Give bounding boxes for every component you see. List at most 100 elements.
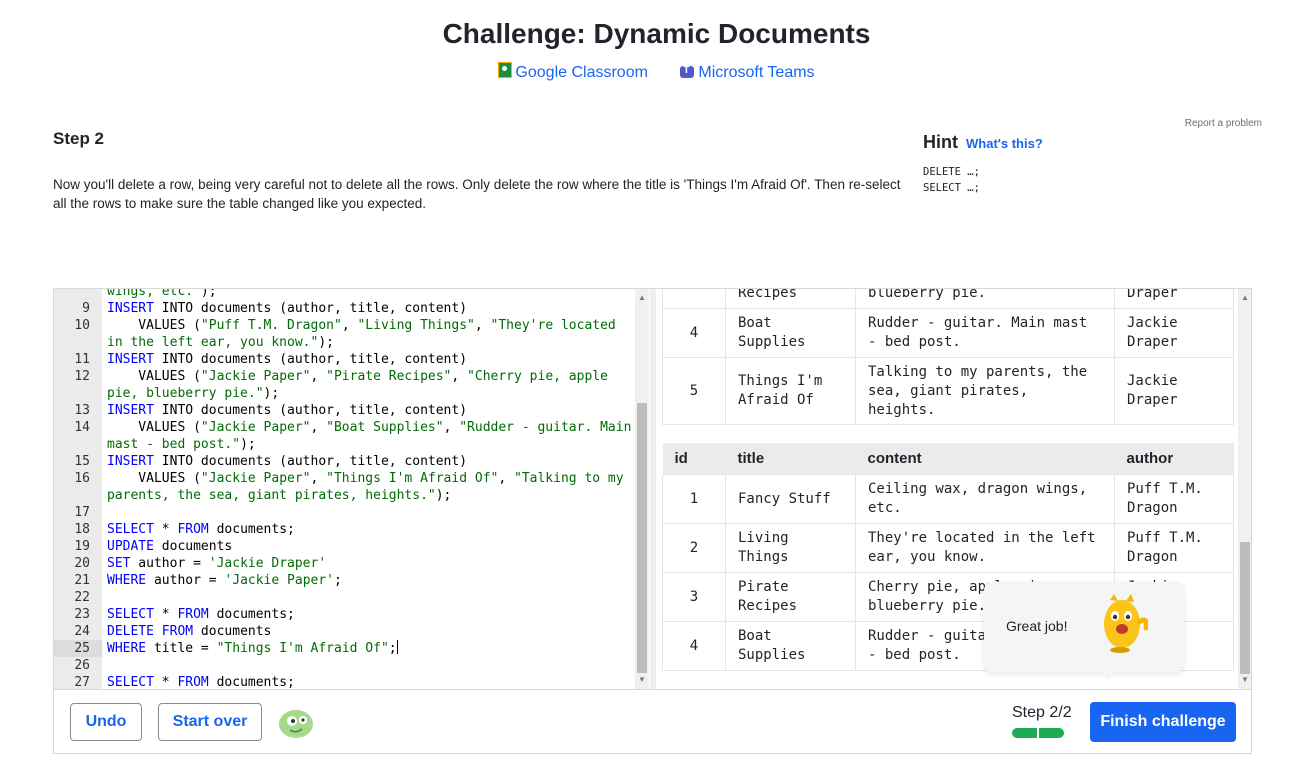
line-number: 23	[74, 607, 90, 622]
code-line[interactable]: VALUES ("Jackie Paper", "Pirate Recipes"…	[107, 368, 608, 385]
cell-content: Ceiling wax, dragon wings, etc.	[855, 474, 1115, 524]
code-line[interactable]: parents, the sea, giant pirates, heights…	[107, 487, 451, 504]
undo-button[interactable]: Undo	[70, 703, 142, 741]
results-scrollbar-thumb[interactable]	[1240, 542, 1250, 674]
line-number: 26	[74, 658, 90, 673]
cell-title: Boat Supplies	[725, 621, 856, 671]
cell-author: Jackie Draper	[1114, 357, 1234, 425]
challenge-panel: ▲ ▼ wings, etc."); 9 INSERT INTO documents…	[53, 288, 1252, 754]
code-line[interactable]: INSERT INTO documents (author, title, co…	[107, 300, 467, 317]
column-header-content: content	[855, 443, 1115, 475]
cell-id: 5	[662, 357, 726, 425]
line-number: 20	[74, 556, 90, 571]
cell-author: Puff T.M. Dragon	[1114, 474, 1234, 524]
cell-id: 4	[662, 308, 726, 358]
scroll-down-icon[interactable]: ▼	[638, 675, 646, 684]
cell-content: Rudder - guitar. Main mast - bed post.	[855, 308, 1115, 358]
code-line[interactable]: pie, blueberry pie.");	[107, 385, 279, 402]
google-classroom-icon	[498, 62, 513, 78]
code-line[interactable]: UPDATE documents	[107, 538, 232, 555]
code-line[interactable]: SELECT * FROM documents;	[107, 606, 295, 623]
report-problem-link[interactable]: Report a problem	[1185, 118, 1262, 129]
google-classroom-link[interactable]: Google Classroom	[498, 62, 648, 81]
code-line[interactable]: SELECT * FROM documents;	[107, 674, 295, 689]
code-line[interactable]: DELETE FROM documents	[107, 623, 271, 640]
line-number: 27	[74, 675, 90, 689]
code-line[interactable]: WHERE title = "Things I'm Afraid Of";	[107, 640, 398, 657]
line-number: 15	[74, 454, 90, 469]
line-number: 25	[54, 640, 102, 657]
avatar-icon	[279, 710, 313, 738]
line-number: 19	[74, 539, 90, 554]
code-line[interactable]: WHERE author = 'Jackie Paper';	[107, 572, 342, 589]
code-line[interactable]: SELECT * FROM documents;	[107, 521, 295, 538]
code-line[interactable]: SET author = 'Jackie Draper'	[107, 555, 326, 572]
share-links: Google Classroom Microsoft Teams	[0, 62, 1313, 82]
cell-content: blueberry pie.	[855, 289, 1115, 309]
code-line[interactable]: VALUES ("Jackie Paper", "Things I'm Afra…	[107, 470, 623, 487]
results-scrollbar[interactable]: ▲ ▼	[1238, 289, 1251, 689]
line-number: 22	[74, 590, 90, 605]
scroll-up-icon[interactable]: ▲	[1241, 293, 1249, 302]
line-number: 16	[74, 471, 90, 486]
column-header-title: title	[725, 443, 856, 475]
microsoft-teams-icon	[680, 65, 695, 78]
google-classroom-label: Google Classroom	[515, 64, 648, 81]
table-row: 1 Fancy Stuff Ceiling wax, dragon wings, e…	[662, 474, 1234, 524]
hint-whats-this-link[interactable]: What's this?	[966, 136, 1043, 151]
cell-id: 1	[662, 474, 726, 524]
cell-author: Draper	[1114, 289, 1234, 309]
pane-divider[interactable]	[650, 289, 656, 689]
start-over-button[interactable]: Start over	[158, 703, 262, 741]
line-number: 24	[74, 624, 90, 639]
hint-line: DELETE …;	[923, 166, 980, 178]
cell-id: 3	[662, 572, 726, 622]
success-toast: Great job!	[984, 582, 1184, 680]
cell-id: 4	[662, 621, 726, 671]
results-table-previous: Recipes blueberry pie. Draper 4 Boat Supplie…	[662, 289, 1234, 425]
progress-segment-complete	[1039, 728, 1064, 738]
table-row: 4 Boat Supplies Rudder - guitar. Main mast…	[662, 308, 1234, 358]
step-counter: Step 2/2	[1012, 704, 1072, 721]
cell-title: Boat Supplies	[725, 308, 856, 358]
microsoft-teams-label: Microsoft Teams	[698, 64, 815, 81]
code-line[interactable]: wings, etc.");	[107, 289, 217, 300]
toast-message: Great job!	[1006, 618, 1068, 634]
step-title: Step 2	[53, 129, 105, 148]
cell-content: They're located in the left ear, you kno…	[855, 523, 1115, 573]
cell-content: Talking to my parents, the sea, giant pi…	[855, 357, 1115, 425]
cell-title: Living Things	[725, 523, 856, 573]
scroll-up-icon[interactable]: ▲	[638, 293, 646, 302]
line-number: 13	[74, 403, 90, 418]
table-row: 5 Things I'm Afraid Of Talking to my paren…	[662, 357, 1234, 425]
challenge-footer: Undo Start over Step 2/2 Finish challeng…	[54, 689, 1251, 753]
progress-segment-complete	[1012, 728, 1037, 738]
line-number: 11	[74, 352, 90, 367]
code-editor[interactable]: ▲ ▼ wings, etc."); 9 INSERT INTO documents…	[54, 289, 650, 689]
cell-title: Fancy Stuff	[725, 474, 856, 524]
cell-id	[662, 289, 726, 309]
editor-scrollbar[interactable]: ▲ ▼	[635, 289, 649, 689]
finish-challenge-button[interactable]: Finish challenge	[1090, 702, 1236, 742]
hint-code: DELETE …; SELECT …;	[923, 164, 980, 196]
hint-title: Hint	[923, 132, 958, 152]
code-line[interactable]: mast - bed post.");	[107, 436, 256, 453]
cell-title: Pirate Recipes	[725, 572, 856, 622]
scroll-down-icon[interactable]: ▼	[1241, 675, 1249, 684]
cell-id: 2	[662, 523, 726, 573]
code-line[interactable]: VALUES ("Jackie Paper", "Boat Supplies",…	[107, 419, 631, 436]
line-number: 10	[74, 318, 90, 333]
code-line[interactable]: INSERT INTO documents (author, title, co…	[107, 351, 467, 368]
line-number: 14	[74, 420, 90, 435]
line-number: 9	[82, 301, 90, 316]
code-line[interactable]: INSERT INTO documents (author, title, co…	[107, 402, 467, 419]
code-line[interactable]: INSERT INTO documents (author, title, co…	[107, 453, 467, 470]
line-number: 12	[74, 369, 90, 384]
microsoft-teams-link[interactable]: Microsoft Teams	[680, 64, 815, 81]
page-title: Challenge: Dynamic Documents	[442, 18, 871, 49]
code-line[interactable]: VALUES ("Puff T.M. Dragon", "Living Thin…	[107, 317, 615, 334]
cell-title: Recipes	[725, 289, 856, 309]
editor-scrollbar-thumb[interactable]	[637, 403, 647, 673]
toast-pointer	[1099, 672, 1115, 680]
code-line[interactable]: in the left ear, you know.");	[107, 334, 334, 351]
